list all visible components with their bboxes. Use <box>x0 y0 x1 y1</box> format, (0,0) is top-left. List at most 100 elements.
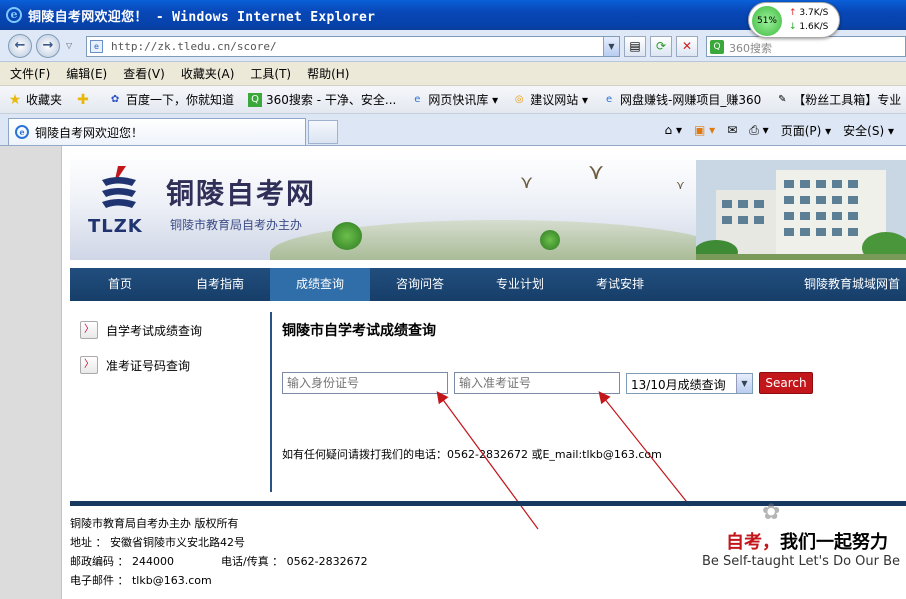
sidebar-item-label: 准考证号码查询 <box>106 358 191 373</box>
site-banner: TLZK 铜陵自考网 铜陵市教育局自考办主办 ⋎ ⋎ ⋎ <box>70 154 906 260</box>
menu-favorites[interactable]: 收藏夹(A) <box>181 65 235 82</box>
refresh-icon[interactable]: ⟳ <box>650 36 672 57</box>
fav-wangpan[interactable]: e 网盘赚钱-网赚项目_赚360 <box>602 91 761 108</box>
search-box[interactable]: Q 360搜索 <box>706 36 906 57</box>
session-select[interactable]: 13/10月成绩查询 ▼ <box>626 373 753 394</box>
home-icon[interactable]: ⌂ ▾ <box>665 123 682 137</box>
menu-help[interactable]: 帮助(H) <box>307 65 349 82</box>
stop-icon[interactable]: ✕ <box>676 36 698 57</box>
tools-icon: ✎ <box>778 93 787 105</box>
new-tab-button[interactable] <box>308 120 338 144</box>
fav-suggested[interactable]: ◎ 建议网站 ▾ <box>512 91 588 108</box>
tab-ie-icon: e <box>15 125 29 139</box>
nav-home[interactable]: 首页 <box>70 268 170 301</box>
menu-edit[interactable]: 编辑(E) <box>66 65 107 82</box>
bird-icon: ⋎ <box>676 178 685 192</box>
mail-icon[interactable]: ✉ <box>727 123 737 137</box>
window-title: 铜陵自考网欢迎您！ - Windows Internet Explorer <box>28 9 376 25</box>
content-divider <box>270 312 272 492</box>
print-icon[interactable]: ⎙ ▾ <box>749 123 768 138</box>
compatibility-icon[interactable]: ▤ <box>624 36 646 57</box>
menu-tools[interactable]: 工具(T) <box>250 65 291 82</box>
sidebar-item-label: 自学考试成绩查询 <box>106 323 203 338</box>
menu-file[interactable]: 文件(F) <box>10 65 50 82</box>
logo-text: TLZK <box>88 216 143 237</box>
nav-score-query[interactable]: 成绩查询 <box>270 268 370 301</box>
slogan-watermark: ✿ 自考，我们一起努力 Be Self-taught Let's Do Our … <box>700 498 906 599</box>
address-url: http://zk.tledu.cn/score/ <box>111 40 277 53</box>
id-number-input[interactable] <box>282 372 448 394</box>
main-nav: 首页 自考指南 成绩查询 咨询问答 专业计划 考试安排 铜陵教育城域网首 <box>70 268 906 301</box>
network-monitor-widget[interactable]: 51% ↑ 3.7K/S ↓ 1.6K/S <box>748 2 840 38</box>
select-dropdown-icon[interactable]: ▼ <box>736 374 752 393</box>
query-title: 铜陵市自学考试成绩查询 <box>282 323 436 339</box>
sidebar-item-score-query[interactable]: 〉 自学考试成绩查询 <box>80 320 260 340</box>
search-engine-icon: Q <box>710 40 724 54</box>
footer-email: 电子邮件 ： tlkb@163.com <box>70 574 212 587</box>
nav-major-plan[interactable]: 专业计划 <box>470 268 570 301</box>
chevron-right-icon: 〉 <box>80 356 98 374</box>
ie-page-icon: e <box>605 93 613 105</box>
page-viewport: TLZK 铜陵自考网 铜陵市教育局自考办主办 ⋎ ⋎ ⋎ 首页 自考指南 成绩查… <box>0 146 906 599</box>
banner-tree <box>540 230 560 250</box>
address-bar[interactable]: e http://zk.tledu.cn/score/ ▼ <box>86 36 620 57</box>
add-star-icon: ✚ <box>77 91 89 108</box>
safety-menu[interactable]: 安全(S) ▾ <box>843 122 894 139</box>
ie-page-icon: e <box>414 93 421 105</box>
nav-exam-schedule[interactable]: 考试安排 <box>570 268 670 301</box>
fav-webslice[interactable]: e 网页快讯库 ▾ <box>410 91 498 108</box>
tlzk-logo-icon <box>102 166 136 208</box>
favorites-button[interactable]: ★ 收藏夹 <box>8 91 62 108</box>
fav-360search[interactable]: Q 360搜索 - 干净、安全... <box>248 91 396 108</box>
contact-info: 如有任何疑问请拨打我们的电话：0562-2832672 或E_mail:tlkb… <box>282 448 662 461</box>
bird-icon: ⋎ <box>588 160 605 185</box>
arrow-up-icon: ↑ <box>789 8 797 18</box>
footer-phone: 电话/传真 ： 0562-2832672 <box>220 555 368 568</box>
address-dropdown-icon[interactable]: ▼ <box>603 37 619 56</box>
fav-baidu[interactable]: ✿ 百度一下，你就知道 <box>108 91 234 108</box>
search360-icon: Q <box>248 92 263 107</box>
footer-copyright: 铜陵市教育局自考办主办 版权所有 <box>70 517 239 530</box>
session-selected: 13/10月成绩查询 <box>631 378 726 392</box>
search-placeholder: 360搜索 <box>729 42 772 55</box>
network-percent: 51% <box>752 6 782 36</box>
bird-icon: ⋎ <box>520 172 534 193</box>
tab-active[interactable]: e 铜陵自考网欢迎您！ <box>8 118 306 145</box>
nav-qa[interactable]: 咨询问答 <box>370 268 470 301</box>
sidebar-item-ticket-query[interactable]: 〉 准考证号码查询 <box>80 355 260 375</box>
site-title: 铜陵自考网 <box>166 177 317 210</box>
footer-address: 地址 ： 安徽省铜陵市义安北路42号 <box>70 536 245 549</box>
menu-view[interactable]: 查看(V) <box>123 65 165 82</box>
suggested-sites-icon: ◎ <box>514 93 524 105</box>
forward-button[interactable]: → <box>36 34 60 58</box>
menu-bar: 文件(F) 编辑(E) 查看(V) 收藏夹(A) 工具(T) 帮助(H) <box>0 62 906 86</box>
feeds-icon[interactable]: ▣ ▾ <box>694 123 715 137</box>
download-speed: ↓ 1.6K/S <box>789 22 829 32</box>
add-favorite-button[interactable]: ✚ <box>76 93 94 107</box>
baidu-paw-icon: ✿ <box>110 93 120 105</box>
back-button[interactable]: ← <box>8 34 32 58</box>
site-subtitle: 铜陵市教育局自考办主办 <box>170 218 303 232</box>
star-icon: ★ <box>8 91 22 108</box>
chevron-right-icon: 〉 <box>80 321 98 339</box>
slogan-en: Be Self-taught Let's Do Our Be <box>702 554 901 569</box>
page-icon: e <box>90 40 103 53</box>
nav-edu-network[interactable]: 铜陵教育城域网首 <box>670 268 906 301</box>
left-gutter <box>0 146 62 599</box>
ie-logo-icon: e <box>6 7 22 23</box>
footer: 铜陵市教育局自考办主办 版权所有 地址 ： 安徽省铜陵市义安北路42号 邮政编码… <box>70 514 368 590</box>
footer-postcode: 邮政编码 ： 244000 <box>70 555 174 568</box>
favorites-bar: ★ 收藏夹 ✚ ✿ 百度一下，你就知道 Q 360搜索 - 干净、安全... e 网页快… <box>0 86 906 114</box>
command-bar: ⌂ ▾ ▣ ▾ ✉ ⎙ ▾ 页面(P) ▾ 安全(S) ▾ <box>665 118 906 142</box>
arrow-down-icon: ↓ <box>789 22 797 32</box>
tab-title: 铜陵自考网欢迎您！ <box>35 125 144 140</box>
sidebar: 〉 自学考试成绩查询 〉 准考证号码查询 <box>80 320 260 390</box>
history-dropdown-icon[interactable]: ▽ <box>66 41 72 50</box>
slogan-cn: 自考，我们一起努力 <box>726 532 888 553</box>
page-menu[interactable]: 页面(P) ▾ <box>781 122 831 139</box>
tab-row: e 铜陵自考网欢迎您！ ⌂ ▾ ▣ ▾ ✉ ⎙ ▾ 页面(P) ▾ 安全(S) … <box>0 114 906 146</box>
search-button[interactable]: Search <box>759 372 813 394</box>
fav-fans-tools[interactable]: ✎ 【粉丝工具箱】专业 <box>775 91 901 108</box>
ticket-number-input[interactable] <box>454 372 620 394</box>
nav-guide[interactable]: 自考指南 <box>170 268 270 301</box>
